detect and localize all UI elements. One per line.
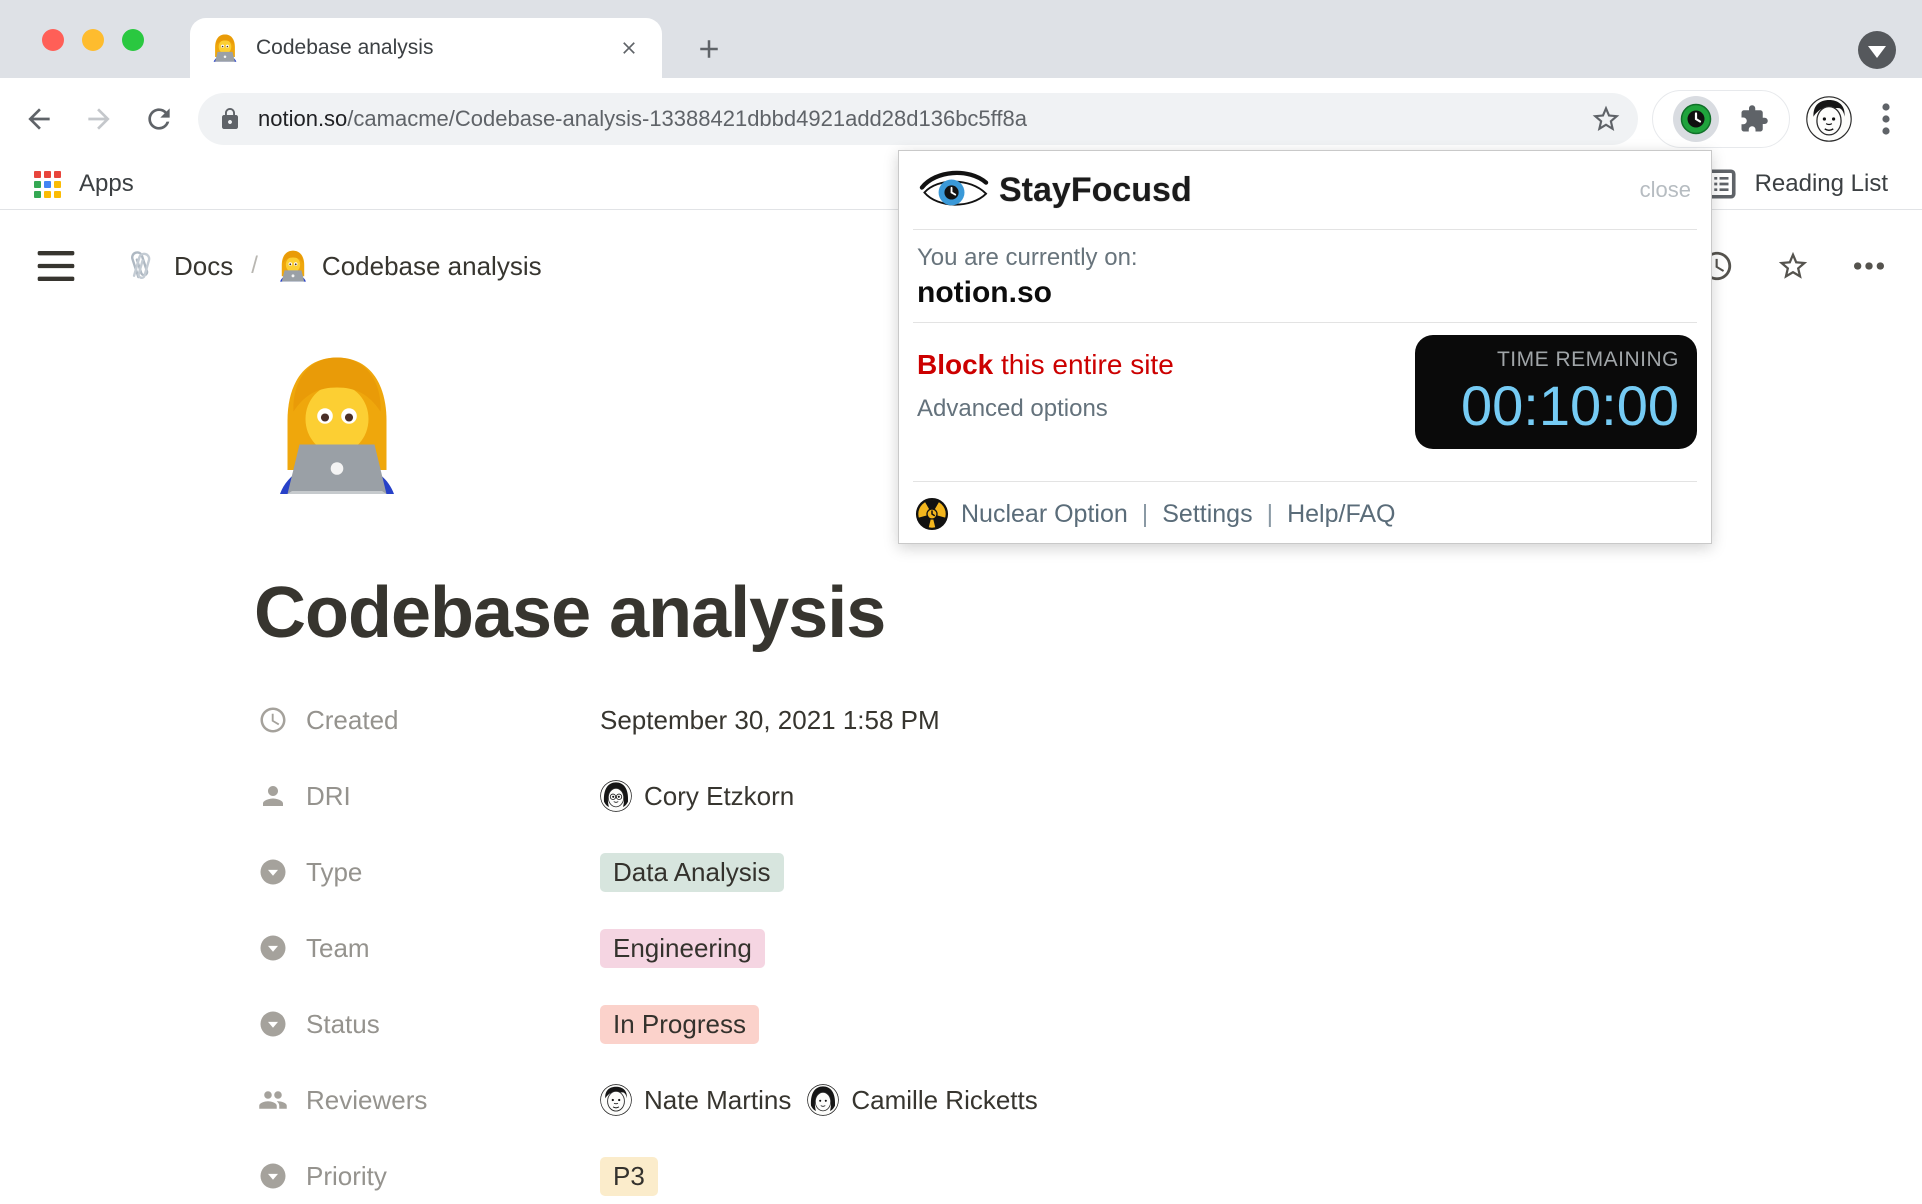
popup-body: Block this entire site Advanced options …	[899, 323, 1711, 481]
sidebar-menu-icon[interactable]	[36, 249, 76, 283]
current-site-label: You are currently on:	[917, 244, 1693, 272]
avatar	[807, 1084, 839, 1116]
property-label[interactable]: Team	[306, 933, 370, 964]
tag[interactable]: Data Analysis	[600, 853, 784, 892]
breadcrumb-page[interactable]: Codebase analysis	[322, 251, 542, 282]
tab-title: Codebase analysis	[256, 36, 616, 60]
browser-tab[interactable]: Codebase analysis	[190, 18, 662, 78]
minimize-window-button[interactable]	[82, 29, 104, 51]
tab-close-icon[interactable]	[616, 35, 642, 61]
person-icon	[258, 781, 288, 811]
property-row-team: Team Engineering	[258, 910, 1038, 986]
property-row-reviewers: Reviewers Nate Martins Camille Ricketts	[258, 1062, 1038, 1138]
time-remaining-display: TIME REMAINING 00:10:00	[1415, 335, 1697, 449]
woman-technologist-favicon	[210, 33, 240, 63]
breadcrumb-workspace[interactable]: Docs	[174, 251, 233, 282]
woman-technologist-page-icon[interactable]	[262, 350, 412, 500]
reload-button[interactable]	[138, 98, 180, 140]
property-label[interactable]: Type	[306, 857, 362, 888]
apps-bookmark[interactable]: Apps	[79, 170, 134, 198]
browser-window: Codebase analysis notion.so/camacme/Code…	[0, 0, 1922, 1204]
profile-avatar[interactable]	[1806, 96, 1852, 142]
person-name: Nate Martins	[644, 1085, 791, 1116]
timer-value: 00:10:00	[1433, 373, 1679, 438]
help-faq-link[interactable]: Help/FAQ	[1287, 500, 1395, 529]
person-chip[interactable]: Cory Etzkorn	[600, 780, 794, 812]
avatar	[600, 1084, 632, 1116]
docs-workspace-paperclip-icon[interactable]	[120, 246, 160, 286]
notion-topbar-actions	[1700, 249, 1886, 283]
current-site-domain: notion.so	[917, 276, 1693, 310]
stayfocusd-eye-logo	[917, 167, 991, 213]
popup-header: StayFocusd close	[899, 151, 1711, 229]
block-site-link[interactable]: Block this entire site	[917, 349, 1174, 381]
extensions-container	[1652, 90, 1790, 148]
nuclear-option-icon	[915, 497, 949, 531]
tab-strip: Codebase analysis	[0, 0, 1922, 78]
url-text: notion.so/camacme/Codebase-analysis-1338…	[258, 106, 1590, 132]
apps-grid-icon[interactable]	[34, 171, 61, 198]
url-path: /camacme/Codebase-analysis-13388421dbbd4…	[347, 106, 1027, 131]
tag[interactable]: Engineering	[600, 929, 765, 968]
avatar	[600, 780, 632, 812]
maximize-window-button[interactable]	[122, 29, 144, 51]
nuclear-option-link[interactable]: Nuclear Option	[961, 500, 1128, 529]
bookmark-star-icon[interactable]	[1590, 103, 1622, 135]
breadcrumb-separator: /	[251, 252, 258, 280]
chevron-down-icon	[1868, 46, 1886, 58]
select-icon	[258, 1009, 288, 1039]
property-row-created: Created September 30, 2021 1:58 PM	[258, 682, 1038, 758]
timer-label: TIME REMAINING	[1433, 348, 1679, 372]
page-title[interactable]: Codebase analysis	[254, 572, 885, 654]
select-icon	[258, 933, 288, 963]
link-separator: |	[1267, 500, 1274, 529]
close-window-button[interactable]	[42, 29, 64, 51]
property-label[interactable]: DRI	[306, 781, 351, 812]
browser-toolbar: notion.so/camacme/Codebase-analysis-1338…	[0, 78, 1922, 159]
url-domain: notion.so	[258, 106, 347, 131]
popup-footer: Nuclear Option | Settings | Help/FAQ	[899, 482, 1711, 546]
settings-link[interactable]: Settings	[1162, 500, 1252, 529]
extensions-puzzle-icon[interactable]	[1739, 104, 1769, 134]
select-icon	[258, 1161, 288, 1191]
clock-icon	[258, 705, 288, 735]
current-site-section: You are currently on: notion.so	[899, 230, 1711, 322]
property-row-type: Type Data Analysis	[258, 834, 1038, 910]
back-button[interactable]	[18, 98, 60, 140]
person-name: Camille Ricketts	[851, 1085, 1037, 1116]
property-row-status: Status In Progress	[258, 986, 1038, 1062]
property-label[interactable]: Priority	[306, 1161, 387, 1192]
favorite-star-icon[interactable]	[1776, 249, 1810, 283]
address-bar[interactable]: notion.so/camacme/Codebase-analysis-1338…	[198, 93, 1638, 145]
link-separator: |	[1142, 500, 1149, 529]
tag[interactable]: P3	[600, 1157, 658, 1196]
reading-list-button[interactable]: Reading List	[1755, 170, 1888, 198]
stayfocusd-extension-icon[interactable]	[1673, 96, 1719, 142]
people-icon	[258, 1085, 288, 1115]
property-list: Created September 30, 2021 1:58 PM DRI C…	[258, 682, 1038, 1204]
created-value[interactable]: September 30, 2021 1:58 PM	[600, 705, 940, 736]
popup-close-link[interactable]: close	[1640, 177, 1691, 203]
window-controls	[42, 29, 144, 51]
page-options-icon[interactable]	[1852, 249, 1886, 283]
woman-technologist-page-icon-small	[276, 249, 310, 283]
advanced-options-link[interactable]: Advanced options	[917, 395, 1108, 423]
person-chip[interactable]: Camille Ricketts	[807, 1084, 1037, 1116]
stayfocusd-brand: StayFocusd	[999, 171, 1192, 210]
property-label[interactable]: Created	[306, 705, 399, 736]
new-tab-button[interactable]	[694, 34, 724, 64]
person-chip[interactable]: Nate Martins	[600, 1084, 791, 1116]
tag[interactable]: In Progress	[600, 1005, 759, 1044]
lock-icon	[218, 107, 242, 131]
forward-button[interactable]	[78, 98, 120, 140]
stayfocusd-popup: StayFocusd close You are currently on: n…	[898, 150, 1712, 544]
property-label[interactable]: Reviewers	[306, 1085, 427, 1116]
select-icon	[258, 857, 288, 887]
property-row-dri: DRI Cory Etzkorn	[258, 758, 1038, 834]
browser-menu-icon[interactable]	[1868, 99, 1904, 139]
property-row-priority: Priority P3	[258, 1138, 1038, 1204]
tab-search-button[interactable]	[1858, 31, 1896, 69]
property-label[interactable]: Status	[306, 1009, 380, 1040]
person-name: Cory Etzkorn	[644, 781, 794, 812]
